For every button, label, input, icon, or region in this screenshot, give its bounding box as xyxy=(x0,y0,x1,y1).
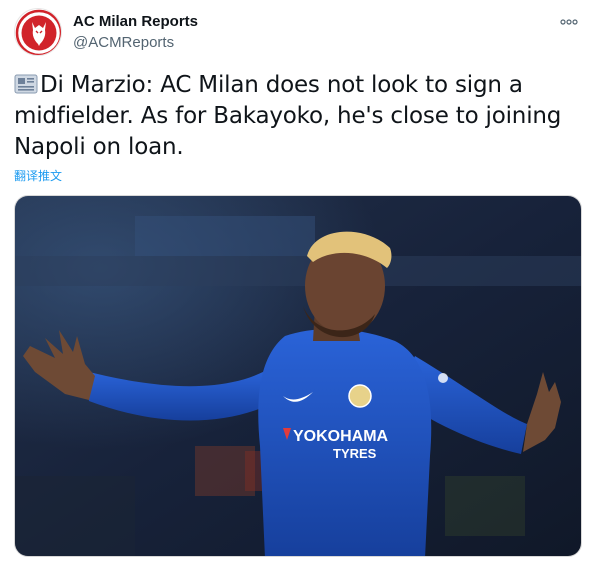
shirt-sponsor-line1: YOKOHAMA xyxy=(293,428,389,445)
tweet-text: Di Marzio: AC Milan does not look to sig… xyxy=(14,70,574,163)
player-photo: YOKOHAMA TYRES xyxy=(15,196,581,556)
avatar[interactable] xyxy=(14,8,62,56)
milan-devil-logo xyxy=(15,9,61,55)
translate-tweet-link[interactable]: 翻译推文 xyxy=(14,167,62,184)
tweet-card: AC Milan Reports @ACMReports Di Marzio: … xyxy=(0,0,596,568)
handle[interactable]: @ACMReports xyxy=(73,34,174,51)
more-options-icon xyxy=(560,19,578,25)
tweet-body: Di Marzio: AC Milan does not look to sig… xyxy=(14,72,562,160)
tweet-photo[interactable]: YOKOHAMA TYRES xyxy=(14,195,582,557)
shirt-sponsor-line2: TYRES xyxy=(333,446,377,461)
newspaper-icon xyxy=(14,72,38,96)
display-name[interactable]: AC Milan Reports xyxy=(73,13,198,30)
more-options-button[interactable] xyxy=(554,10,584,34)
